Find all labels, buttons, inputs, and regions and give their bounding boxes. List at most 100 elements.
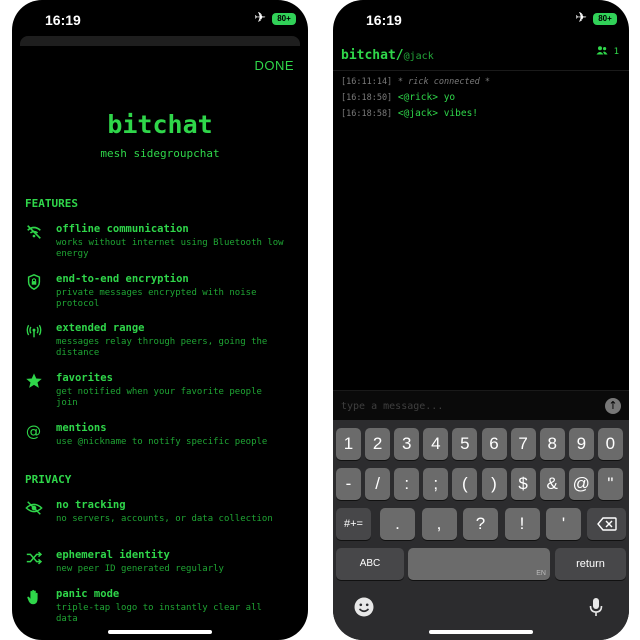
privacy-panic: panic mode triple-tap logo to instantly … <box>25 588 298 632</box>
home-indicator[interactable] <box>108 630 212 634</box>
key[interactable]: . <box>380 508 415 540</box>
message-sender[interactable]: <@rick> <box>398 92 438 103</box>
key[interactable]: ) <box>481 468 507 500</box>
eye-slash-icon <box>25 499 47 521</box>
star-icon <box>25 372 47 394</box>
feature-desc: private messages encrypted with noise pr… <box>56 288 257 309</box>
app-tagline: mesh sidegroupchat <box>100 147 220 160</box>
peer-count-button[interactable]: 1 <box>596 46 619 57</box>
key[interactable]: / <box>365 468 391 500</box>
privacy-no-tracking: no tracking no servers, accounts, or dat… <box>25 499 298 543</box>
app-logo[interactable]: bitchat <box>12 110 308 139</box>
keyboard: 1234567890 - /:;() $ & @ " #+= .,?! ' ABC EN r… <box>333 420 629 640</box>
feature-title: extended range <box>56 322 145 334</box>
key[interactable]: 7 <box>510 428 536 460</box>
hand-icon <box>25 588 47 610</box>
airplane-icon: ✈ <box>254 10 266 26</box>
key[interactable]: ( <box>452 468 478 500</box>
battery-icon: 80+ <box>272 13 296 25</box>
about-screen: 16:19 ✈ 80+ DONE bitchat mesh sidegroupc… <box>12 0 308 640</box>
key[interactable]: ! <box>504 508 540 540</box>
feature-title: end-to-end encryption <box>56 273 189 285</box>
feature-encryption: end-to-end encryption private messages e… <box>25 273 298 317</box>
message-row: [16:18:50] <@rick> yo <box>341 90 621 106</box>
key[interactable]: 2 <box>365 428 391 460</box>
system-message: * rick connected * <box>397 77 491 87</box>
backspace-icon <box>596 517 617 531</box>
arrow-up-icon: ↑ <box>608 399 618 412</box>
key[interactable]: 6 <box>481 428 507 460</box>
key[interactable]: , <box>421 508 457 540</box>
language-hint: EN <box>536 570 546 577</box>
key[interactable]: 0 <box>597 428 623 460</box>
app-title[interactable]: bitchat/ <box>341 48 404 63</box>
key[interactable]: - <box>336 468 361 500</box>
battery-icon: 80+ <box>593 13 617 25</box>
feature-title: mentions <box>56 422 107 434</box>
feature-title: offline communication <box>56 223 189 235</box>
dictation-button[interactable] <box>585 596 607 618</box>
key[interactable]: 4 <box>423 428 449 460</box>
message-timestamp: [16:11:14] <box>341 77 393 87</box>
privacy-title: PRIVACY <box>25 473 72 486</box>
peer-count: 1 <box>613 47 619 57</box>
key[interactable]: 3 <box>394 428 420 460</box>
abc-key[interactable]: ABC <box>336 548 404 580</box>
key[interactable]: 1 <box>336 428 361 460</box>
feature-mentions: @ mentions use @nickname to notify speci… <box>25 422 298 466</box>
key[interactable]: $ <box>510 468 536 500</box>
home-indicator[interactable] <box>429 630 533 634</box>
wifi-off-icon <box>25 223 47 245</box>
lock-shield-icon <box>25 273 47 295</box>
feature-title: favorites <box>56 372 113 384</box>
antenna-icon <box>25 322 47 344</box>
message-timestamp: [16:18:58] <box>341 109 393 119</box>
message-timestamp: [16:18:50] <box>341 93 393 103</box>
key[interactable]: 8 <box>539 428 565 460</box>
return-key[interactable]: return <box>555 548 626 580</box>
at-icon: @ <box>25 422 47 444</box>
symbols-toggle-key[interactable]: #+= <box>336 508 371 540</box>
send-button[interactable]: ↑ <box>605 398 621 414</box>
delete-key[interactable] <box>587 508 626 540</box>
message-sender[interactable]: <@jack> <box>398 108 438 119</box>
feature-title: ephemeral identity <box>56 549 170 561</box>
status-time: 16:19 <box>366 12 402 28</box>
key[interactable]: " <box>597 468 623 500</box>
microphone-icon <box>589 598 603 616</box>
key[interactable]: 9 <box>568 428 594 460</box>
status-time: 16:19 <box>45 12 81 28</box>
status-bar: 16:19 ✈ 80+ <box>333 0 629 36</box>
message-input[interactable] <box>341 398 591 414</box>
feature-title: panic mode <box>56 588 120 600</box>
message-text: yo <box>443 92 456 103</box>
feature-offline: offline communication works without inte… <box>25 223 298 267</box>
message-list: [16:11:14] * rick connected * [16:18:50]… <box>341 74 621 122</box>
emoji-button[interactable] <box>353 596 375 618</box>
key[interactable]: ? <box>463 508 498 540</box>
feature-desc: works without internet using Bluetooth l… <box>56 238 284 259</box>
privacy-ephemeral: ephemeral identity new peer ID generated… <box>25 549 298 593</box>
key[interactable]: @ <box>568 468 594 500</box>
key[interactable]: ; <box>423 468 449 500</box>
input-bar: ↑ <box>333 390 629 420</box>
feature-favorites: favorites get notified when your favorit… <box>25 372 298 416</box>
emoji-icon <box>354 597 374 617</box>
nickname-field[interactable]: @jack <box>404 51 434 62</box>
feature-desc: get notified when your favorite people j… <box>56 387 262 408</box>
feature-desc: triple-tap logo to instantly clear all d… <box>56 603 262 624</box>
svg-text:@: @ <box>26 422 41 440</box>
status-bar: 16:19 ✈ 80+ <box>12 0 308 36</box>
chat-header: bitchat/@jack 1 <box>341 44 619 64</box>
key[interactable]: : <box>394 468 420 500</box>
key[interactable]: & <box>539 468 565 500</box>
space-key[interactable]: EN <box>408 548 550 580</box>
key[interactable]: ' <box>546 508 581 540</box>
done-button[interactable]: DONE <box>254 58 294 73</box>
key[interactable]: 5 <box>452 428 478 460</box>
feature-desc: no servers, accounts, or data collection <box>56 514 273 524</box>
feature-desc: messages relay through peers, going the … <box>56 337 268 358</box>
message-row: [16:18:58] <@jack> vibes! <box>341 106 621 122</box>
people-icon <box>596 46 608 55</box>
header-divider <box>333 70 629 71</box>
